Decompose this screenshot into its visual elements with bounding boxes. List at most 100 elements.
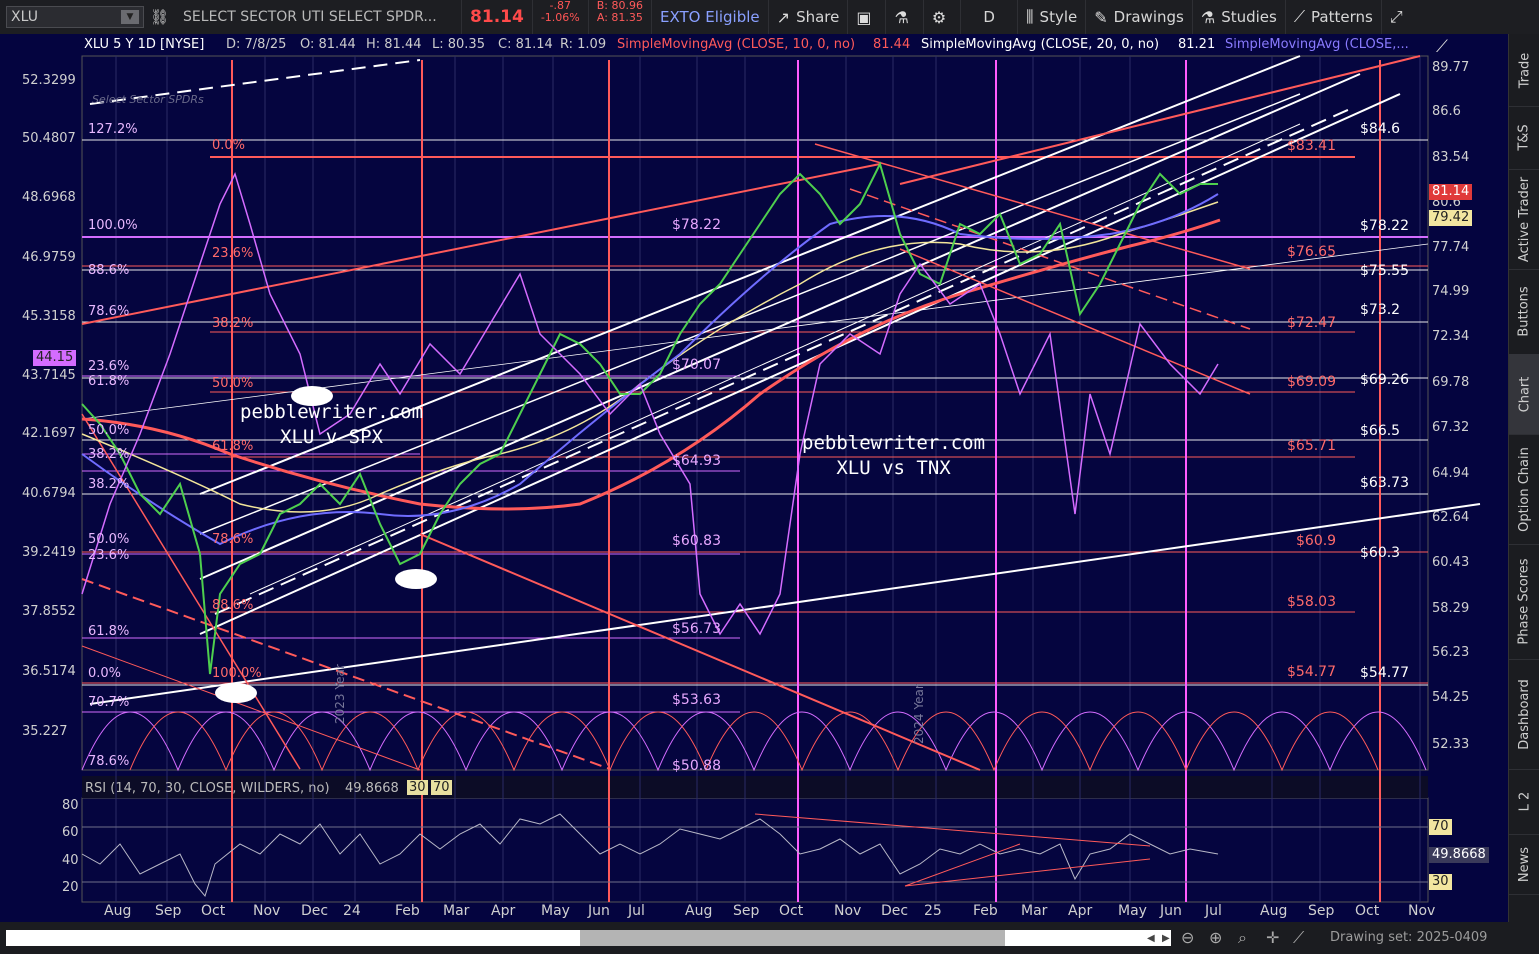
last-price: 81.14 [462,0,533,34]
settings-button[interactable]: ⚙ [924,0,962,34]
crosshair-icon[interactable]: ✛ [1266,928,1279,947]
rsi-pane [81,797,1429,903]
overlay-price-tag: 44.15 [33,350,77,366]
scroll-left-icon[interactable]: ◀ [1147,933,1155,944]
time-axis-label: Jul [1205,903,1222,919]
time-axis-label: Mar [443,903,470,919]
link-icon[interactable]: ⛓ [144,0,175,34]
sidebar-tab-chart[interactable]: Chart [1509,354,1539,435]
time-axis-label: Jun [1160,903,1182,919]
time-axis-label: Nov [1408,903,1436,919]
header-date: D: 7/8/25 [226,37,287,52]
fib-label: 78.6% [88,304,130,319]
sidebar-tab-phase-scores[interactable]: Phase Scores [1509,544,1539,660]
drawings-button[interactable]: ✎ Drawings [1086,0,1193,34]
right-axis-tick: 86.6 [1432,104,1461,119]
chart-settings-icon[interactable]: ⟋ [1436,37,1448,57]
candlestick-icon: ⫼ [1026,7,1034,26]
scrollbar-thumb[interactable] [580,930,1005,946]
time-axis-label: Jun [588,903,610,919]
time-axis-label: Oct [201,903,226,919]
red-level-label: $69.09 [1287,374,1336,390]
header-high: H: 81.44 [366,37,422,52]
time-axis-label: May [541,903,570,919]
pink-level-label: $78.22 [672,217,721,233]
time-axis-label: Nov [253,903,281,919]
white-level-label: $75.55 [1360,263,1409,279]
studies-button[interactable]: ⚗ Studies [1193,0,1286,34]
ruler-icon[interactable]: ⟋ [1293,928,1304,948]
scroll-right-icon[interactable]: ▶ [1162,933,1170,944]
pink-level-label: $64.93 [672,453,721,469]
timeframe-button[interactable]: D [961,0,1019,34]
sidebar-tab-label: Dashboard [1517,678,1532,750]
time-axis-label: Sep [155,903,182,919]
right-axis-tick: 69.78 [1432,375,1470,390]
right-axis-tick: 67.32 [1432,420,1470,435]
sidebar-tab-dashboard[interactable]: Dashboard [1509,659,1539,770]
zoom-in-icon[interactable]: ⊕ [1209,928,1222,947]
time-axis-label: May [1118,903,1147,919]
symbol-description: SELECT SECTOR UTI SELECT SPDR... [175,0,463,34]
fib-label: 50.0% [88,532,130,547]
exto-eligible-link[interactable]: EXTO Eligible [652,0,769,34]
timeframe-label: D [983,8,995,26]
sma-more-label[interactable]: SimpleMovingAvg (CLOSE,... [1225,37,1409,52]
calendar-button[interactable]: ▣ [848,0,887,34]
time-axis-label: Sep [733,903,760,919]
sidebar-tab-label: L 2 [1517,791,1532,812]
red-level-label: $58.03 [1287,594,1336,610]
time-axis-label: Dec [881,903,909,919]
left-axis-tick: 52.3299 [22,73,76,88]
style-button[interactable]: ⫼ Style [1018,0,1087,34]
right-axis-tick: 77.74 [1432,240,1470,255]
left-axis-tick: 37.8552 [22,604,76,619]
sidebar-tab-option-chain[interactable]: Option Chain [1509,434,1539,545]
sma20-value: 81.21 [1178,37,1216,52]
time-axis-label: Feb [973,903,998,919]
chart-area[interactable]: XLU 5 Y 1D [NYSE] D: 7/8/25 O: 81.44 H: … [0,34,1508,922]
sidebar-tab-label: Chart [1517,376,1533,412]
fib-label: 88.6% [88,263,130,278]
rsi-label[interactable]: RSI (14, 70, 30, CLOSE, WILDERS, no) [85,781,330,796]
studies-label: Studies [1221,8,1277,26]
sidebar-tab-label: Trade [1517,52,1532,88]
sidebar-tab-buttons[interactable]: Buttons [1509,269,1539,355]
red-level-label: $76.65 [1287,244,1336,260]
pink-level-label: $50.88 [672,758,721,774]
sidebar-tab-trade[interactable]: Trade [1509,34,1539,107]
fib-label: 0.0% [212,138,246,153]
zoom-search-icon[interactable]: ⌕ [1238,928,1247,948]
drawing-set-label[interactable]: Drawing set: 2025-0409 [1330,930,1487,945]
sidebar-tab-t-s[interactable]: T&S [1509,106,1539,170]
share-button[interactable]: ↗ Share [769,0,849,34]
right-axis-tick: 58.29 [1432,601,1470,616]
fib-label: 38.2% [88,477,130,492]
time-axis-label: Aug [104,903,132,919]
sidebar-tab-active-trader[interactable]: Active Trader [1509,169,1539,270]
time-axis-label: Mar [1021,903,1048,919]
rsi-30-tag: 30 [1429,874,1452,890]
left-axis-tick: 45.3158 [22,309,76,324]
sidebar-tab-label: Phase Scores [1517,558,1533,645]
sma20-label[interactable]: SimpleMovingAvg (CLOSE, 20, 0, no) [921,37,1159,52]
white-level-label: $73.2 [1360,302,1401,318]
sma-price-tag: 79.42 [1429,210,1473,226]
rsi-ob-tag: 70 [431,780,452,795]
zoom-out-icon[interactable]: ⊖ [1181,928,1194,947]
header-range: R: 1.09 [560,37,607,52]
sidebar-tab-news[interactable]: News [1509,834,1539,895]
fib-label: 61.8% [88,624,130,639]
rsi-value-tag: 49.8668 [1429,847,1489,863]
sidebar-tab-l-2[interactable]: L 2 [1509,769,1539,835]
sma10-label[interactable]: SimpleMovingAvg (CLOSE, 10, 0, no) [617,37,855,52]
patterns-button[interactable]: ⟋ Patterns [1286,0,1382,34]
symbol-selector[interactable]: XLU ▼ [6,6,144,28]
flask-button[interactable]: ⚗ [886,0,924,34]
time-axis-label: 25 [924,903,942,919]
time-axis-label: Nov [834,903,862,919]
red-level-label: $65.71 [1287,438,1336,454]
fullscreen-button[interactable]: ⤢ [1382,0,1417,34]
fib-label: 23.6% [212,246,254,261]
dropdown-arrow-icon[interactable]: ▼ [121,10,139,24]
